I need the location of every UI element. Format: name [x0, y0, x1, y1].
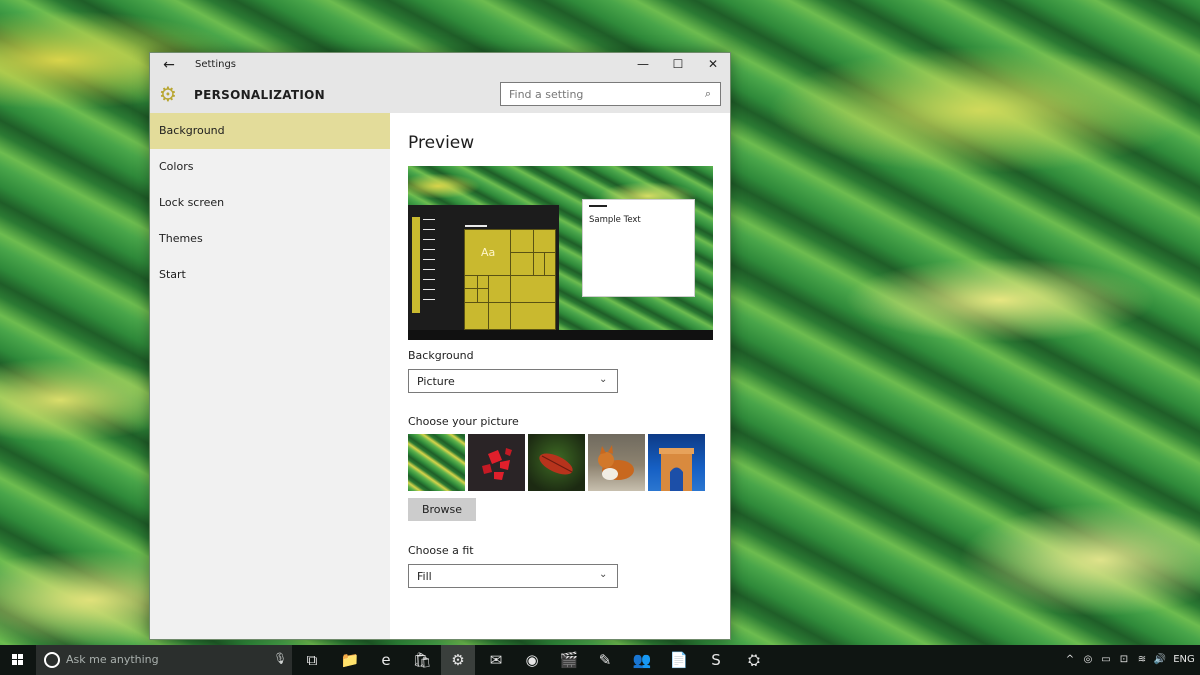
section-title: PERSONALIZATION	[194, 88, 325, 102]
preview-start-line	[423, 269, 435, 270]
preview-start-line	[423, 279, 435, 280]
preview-heading: Preview	[408, 133, 475, 153]
back-button[interactable]: ←	[158, 55, 180, 75]
picture-thumbnail-green-plants[interactable]	[408, 434, 465, 491]
background-dropdown-value: Picture	[417, 375, 455, 388]
paint-icon[interactable]: ✎	[588, 645, 622, 675]
preview-start-line	[423, 249, 435, 250]
documents-icon[interactable]: 📄	[662, 645, 696, 675]
preview-tile-divider	[544, 252, 545, 275]
background-label: Background	[408, 349, 474, 362]
cortana-icon	[44, 652, 60, 668]
picture-thumbnail-fox[interactable]	[588, 434, 645, 491]
file-explorer-icon[interactable]: 📁	[333, 645, 367, 675]
close-button[interactable]: ✕	[696, 53, 730, 75]
battery-icon[interactable]: ▭	[1098, 645, 1114, 675]
arch-image	[659, 448, 694, 491]
search-icon[interactable]: ⌕	[701, 87, 715, 101]
sidebar-item-themes[interactable]: Themes	[150, 221, 390, 257]
preview-start-line	[423, 299, 435, 300]
microphone-icon[interactable]: 🎙	[273, 652, 287, 665]
settings-icon[interactable]: ⚙	[441, 645, 475, 675]
tray-app-icon[interactable]: ◎	[1080, 645, 1096, 675]
volume-icon[interactable]: 🔊	[1152, 645, 1168, 675]
preview-start-line	[423, 219, 435, 220]
preview-start-strip	[412, 217, 420, 313]
search-input[interactable]	[501, 83, 696, 105]
fox-image	[598, 445, 634, 480]
skype-icon[interactable]: S	[699, 645, 733, 675]
settings-window: ← Settings — ☐ ✕ ⚙ PERSONALIZATION ⌕ Bac…	[149, 52, 731, 640]
red-leaf-image	[539, 453, 573, 475]
gear-icon: ⚙	[159, 82, 177, 106]
sidebar-item-colors[interactable]: Colors	[150, 149, 390, 185]
fit-dropdown[interactable]: Fill ⌄	[408, 564, 618, 588]
preview-sample-text: Sample Text	[589, 215, 641, 225]
people-icon[interactable]: 👥	[625, 645, 659, 675]
preview-start-line	[423, 239, 435, 240]
preview-tiles: Aa	[464, 229, 556, 330]
preview-tile-divider	[510, 230, 511, 329]
tray-chevron-icon[interactable]: ^	[1063, 645, 1077, 675]
search-box[interactable]: ⌕	[500, 82, 721, 106]
preview-tile-divider	[465, 302, 555, 303]
window-title: Settings	[195, 59, 237, 70]
red-shapes-image	[482, 448, 512, 480]
picture-thumbnail-red-shapes[interactable]	[468, 434, 525, 491]
preview-start-line	[423, 289, 435, 290]
preview-taskbar	[408, 330, 713, 340]
choose-fit-label: Choose a fit	[408, 544, 474, 557]
minimize-button[interactable]: —	[626, 53, 660, 75]
movies-icon[interactable]: 🎬	[552, 645, 586, 675]
preview-start-line	[423, 229, 435, 230]
sidebar-nav: Background Colors Lock screen Themes Sta…	[150, 113, 390, 639]
task-view-icon[interactable]: ⧉	[295, 645, 329, 675]
background-preview: Aa Sample Text	[408, 166, 713, 340]
wifi-icon[interactable]: ≋	[1134, 645, 1150, 675]
taskbar-search-input[interactable]: Ask me anything	[66, 653, 159, 666]
preview-tile-divider	[465, 288, 488, 289]
preview-tile-text: Aa	[481, 246, 496, 259]
language-indicator[interactable]: ENG	[1170, 645, 1198, 675]
chevron-down-icon: ⌄	[599, 569, 608, 580]
windows-icon	[12, 654, 24, 666]
preview-tile-divider	[465, 275, 555, 276]
network-tool-icon[interactable]: ⛭	[737, 645, 771, 675]
maximize-button[interactable]: ☐	[661, 53, 695, 75]
choose-picture-label: Choose your picture	[408, 415, 519, 428]
network-icon[interactable]: ⊡	[1116, 645, 1132, 675]
chevron-down-icon: ⌄	[599, 374, 608, 385]
webcam-icon[interactable]: ◉	[515, 645, 549, 675]
preview-sample-window: Sample Text	[582, 199, 695, 297]
mail-icon[interactable]: ✉	[479, 645, 513, 675]
background-dropdown[interactable]: Picture ⌄	[408, 369, 618, 393]
fit-dropdown-value: Fill	[417, 570, 432, 583]
sidebar-item-start[interactable]: Start	[150, 257, 390, 293]
picture-thumbnail-arch[interactable]	[648, 434, 705, 491]
browse-button[interactable]: Browse	[408, 498, 476, 521]
preview-sample-line	[589, 205, 607, 207]
start-button[interactable]	[0, 645, 36, 675]
preview-start-line	[423, 259, 435, 260]
title-bar: ← Settings — ☐ ✕ ⚙ PERSONALIZATION ⌕	[150, 53, 730, 113]
store-icon[interactable]: 🛍	[405, 645, 439, 675]
sidebar-item-background[interactable]: Background	[150, 113, 390, 149]
taskbar: Ask me anything 🎙 ⧉ 📁 e 🛍 ⚙ ✉ ◉ 🎬 ✎ 👥 📄 …	[0, 645, 1200, 675]
picture-thumbnail-red-leaf[interactable]	[528, 434, 585, 491]
edge-icon[interactable]: e	[369, 645, 403, 675]
preview-start-menu: Aa	[408, 205, 559, 330]
main-content: Preview Aa Sample Text Background Pictur…	[390, 113, 730, 639]
sidebar-item-lock-screen[interactable]: Lock screen	[150, 185, 390, 221]
preview-start-topline	[465, 225, 487, 227]
taskbar-search[interactable]: Ask me anything 🎙	[36, 645, 292, 675]
